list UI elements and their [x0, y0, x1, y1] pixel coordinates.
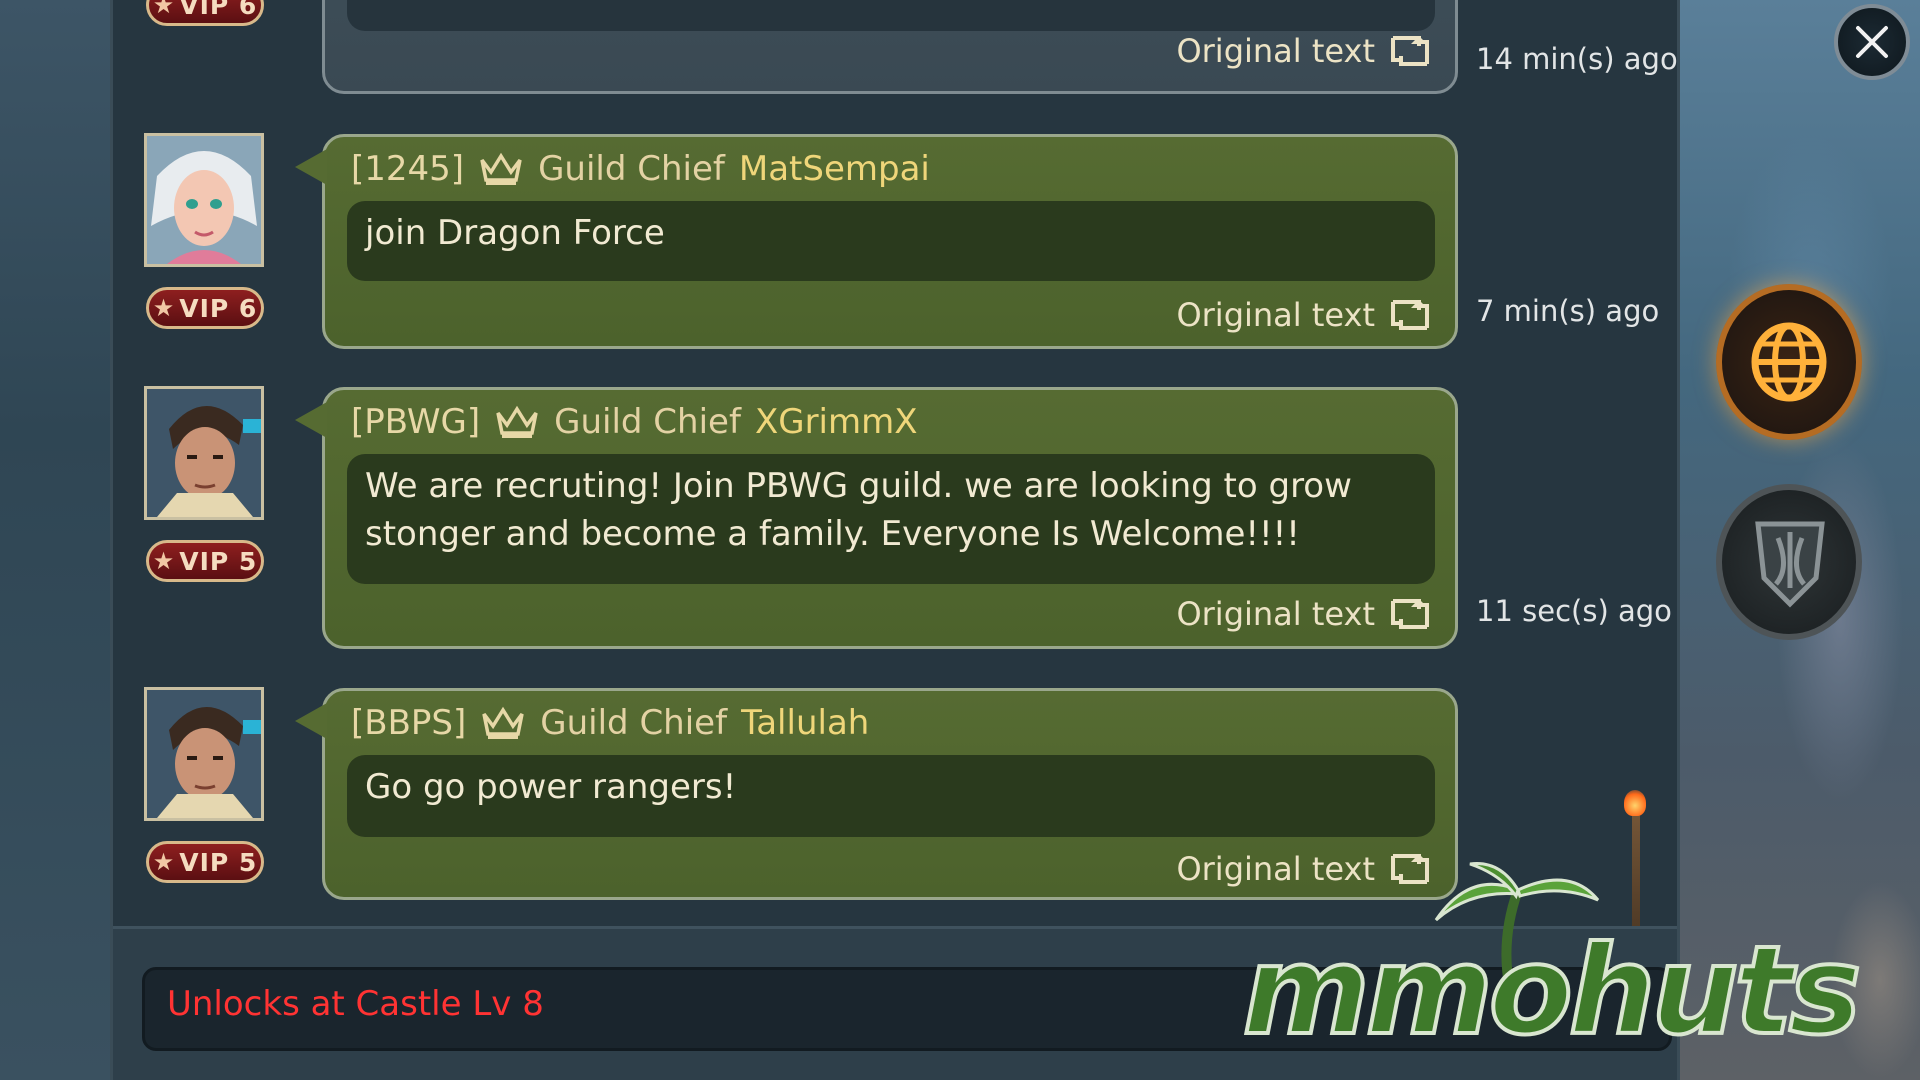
- message-timestamp: 14 min(s) ago: [1476, 42, 1678, 76]
- star-icon: ★: [152, 547, 176, 575]
- bubble-tail: [295, 703, 327, 739]
- original-text-button[interactable]: Original text: [1176, 31, 1433, 71]
- globe-icon: [1749, 320, 1829, 408]
- avatar[interactable]: [144, 687, 264, 821]
- message-timestamp: 7 min(s) ago: [1476, 294, 1660, 328]
- message-body: Go go power rangers!: [347, 755, 1435, 837]
- message-header: [1245] Guild Chief MatSempai: [351, 147, 930, 191]
- crown-icon: [480, 706, 526, 740]
- message-header: [PBWG] Guild Chief XGrimmX: [351, 400, 918, 444]
- vip-badge: ★ VIP 5: [146, 841, 264, 883]
- message-body: [347, 0, 1435, 31]
- vip-badge: ★ VIP 6: [146, 287, 264, 329]
- chat-message[interactable]: [PBWG] Guild Chief XGrimmX We are recrut…: [295, 387, 1458, 649]
- translate-icon: [1389, 298, 1433, 332]
- message-timestamp: 11 sec(s) ago: [1476, 594, 1672, 628]
- locked-input-notice: Unlocks at Castle Lv 8: [167, 984, 544, 1024]
- watermark-text: mmohuts: [1241, 918, 1864, 1064]
- chat-message[interactable]: [1245] Guild Chief MatSempai join Dragon…: [295, 134, 1458, 349]
- translate-icon: [1389, 597, 1433, 631]
- star-icon: ★: [152, 848, 176, 876]
- player-name[interactable]: Tallulah: [741, 703, 869, 743]
- torch-flame: [1624, 790, 1646, 816]
- avatar[interactable]: [144, 386, 264, 520]
- background-left: [0, 0, 110, 1080]
- guild-tag[interactable]: [BBPS]: [351, 703, 466, 743]
- bubble-tail: [295, 149, 327, 185]
- close-icon: [1852, 22, 1892, 66]
- translate-icon: [1389, 34, 1433, 68]
- close-button[interactable]: [1834, 4, 1910, 80]
- player-name[interactable]: MatSempai: [739, 149, 930, 189]
- original-text-button[interactable]: Original text: [1176, 295, 1433, 335]
- world-channel-tab[interactable]: [1716, 284, 1862, 440]
- vip-badge: ★ VIP 6: [146, 0, 264, 26]
- player-name[interactable]: XGrimmX: [755, 402, 918, 442]
- message-body: We are recruting! Join PBWG guild. we ar…: [347, 454, 1435, 584]
- crown-icon: [494, 405, 540, 439]
- guild-tag[interactable]: [1245]: [351, 149, 464, 189]
- guild-crest-icon: [1752, 518, 1828, 612]
- bubble-tail: [295, 402, 327, 438]
- star-icon: ★: [152, 0, 176, 19]
- guild-rank: Guild Chief: [538, 149, 725, 189]
- chat-message[interactable]: Original text: [322, 0, 1458, 94]
- guild-channel-tab[interactable]: [1716, 484, 1862, 640]
- avatar[interactable]: [144, 133, 264, 267]
- star-icon: ★: [152, 294, 176, 322]
- message-header: [BBPS] Guild Chief Tallulah: [351, 701, 869, 745]
- watermark-logo: mmohuts: [1200, 860, 1900, 1064]
- vip-badge: ★ VIP 5: [146, 540, 264, 582]
- message-body: join Dragon Force: [347, 201, 1435, 281]
- original-text-button[interactable]: Original text: [1176, 594, 1433, 634]
- guild-rank: Guild Chief: [554, 402, 741, 442]
- guild-rank: Guild Chief: [540, 703, 728, 743]
- guild-tag[interactable]: [PBWG]: [351, 402, 480, 442]
- crown-icon: [478, 152, 524, 186]
